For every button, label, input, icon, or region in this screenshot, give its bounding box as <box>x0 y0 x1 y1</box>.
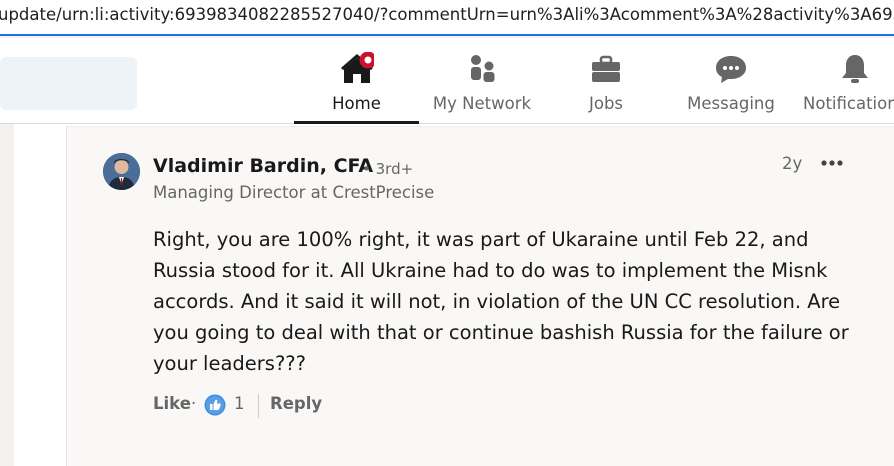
address-bar-url[interactable]: update/urn:li:activity:69398340822855270… <box>0 5 894 24</box>
separator-dot: · <box>191 394 197 413</box>
nav-jobs[interactable]: Jobs <box>560 38 652 124</box>
bell-icon <box>842 55 868 83</box>
nav-notifications[interactable]: Notification <box>803 38 894 124</box>
author-headline: Managing Director at CrestPrecise <box>153 183 435 202</box>
nav-my-network-label: My Network <box>432 94 532 113</box>
nav-my-network[interactable]: My Network <box>426 38 538 124</box>
nav-jobs-label: Jobs <box>588 94 624 113</box>
more-options-button[interactable] <box>820 152 844 174</box>
action-divider <box>258 394 259 418</box>
comment-timestamp: 2y <box>782 154 803 173</box>
home-icon <box>340 52 374 83</box>
like-reaction-icon[interactable] <box>204 394 226 416</box>
chat-icon <box>716 56 746 83</box>
nav-home-label: Home <box>332 94 381 113</box>
connection-degree: • 3rd+ <box>362 160 414 178</box>
like-button[interactable]: Like <box>153 394 191 413</box>
comment-author-name[interactable]: Vladimir Bardin, CFA <box>153 155 373 177</box>
briefcase-icon <box>592 55 620 82</box>
reaction-count[interactable]: 1 <box>234 394 245 413</box>
address-bar[interactable]: update/urn:li:activity:69398340822855270… <box>0 0 894 36</box>
profile-photo-icon <box>103 153 140 190</box>
ellipsis-icon <box>821 160 843 166</box>
nav-messaging[interactable]: Messaging <box>684 38 778 124</box>
top-navigation: Home My Network Jobs Messaging Notificat… <box>0 38 894 124</box>
search-input[interactable] <box>0 57 137 110</box>
comment-body: Right, you are 100% right, it was part o… <box>153 228 849 375</box>
nav-notifications-label: Notification <box>803 94 894 113</box>
nav-messaging-label: Messaging <box>687 94 775 113</box>
reply-button[interactable]: Reply <box>270 394 322 413</box>
avatar[interactable] <box>103 153 140 190</box>
nav-home[interactable]: Home <box>294 38 419 124</box>
network-icon <box>471 55 495 82</box>
